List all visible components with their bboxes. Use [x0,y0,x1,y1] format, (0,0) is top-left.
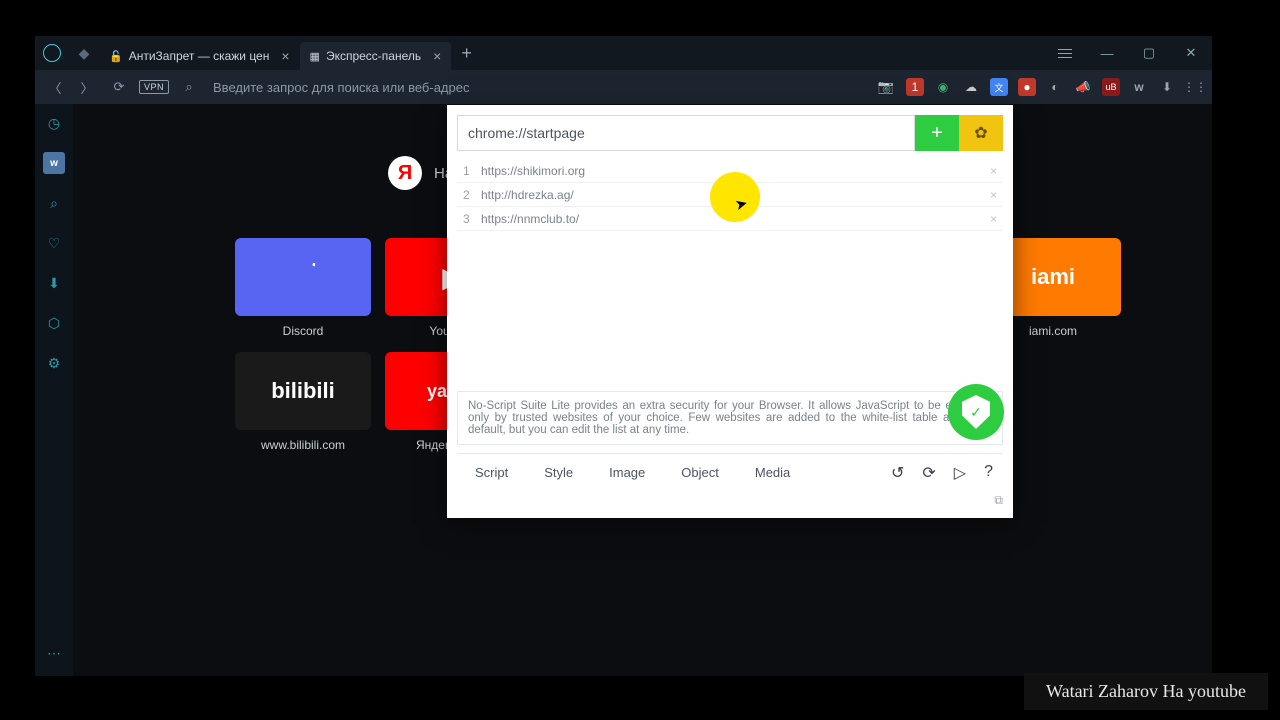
discord-icon [235,238,371,316]
sidebar-more-icon[interactable]: ⋯ [43,642,65,664]
delete-icon[interactable]: × [990,164,997,178]
expand-icon[interactable]: ⧉ [994,493,1003,508]
sidebar-cube-icon[interactable]: ⬡ [43,312,65,334]
delete-icon[interactable]: × [990,188,997,202]
close-icon[interactable]: × [433,48,441,64]
wl-number: 1 [463,164,481,178]
popup-description: No-Script Suite Lite provides an extra s… [457,391,1003,445]
play-icon[interactable]: ▷ [954,463,966,483]
address-bar[interactable]: Введите запрос для поиска или веб-адрес [209,80,866,95]
search-icon[interactable]: ⌕ [177,75,201,99]
ext-icon-ghost[interactable]: ◐ [1046,78,1064,96]
popup-tab-image[interactable]: Image [591,465,663,480]
opera-icon [43,44,61,62]
maximize-button[interactable]: ▢ [1128,36,1170,70]
yandex-logo-icon: Я [388,156,422,190]
extension-tray: 1 ◉ ☁ 文 ● ◐ 📣 uB w ⬇ ⋮⋮ [906,78,1204,96]
new-tab-button[interactable]: + [451,43,482,64]
sidebar-search-icon[interactable]: ⌕ [43,192,65,214]
popup-empty-area [457,231,1003,391]
close-button[interactable]: ✕ [1170,36,1212,70]
ext-icon-1[interactable]: 1 [906,78,924,96]
popup-tab-object[interactable]: Object [663,465,737,480]
discord-titlebar-icon[interactable]: ◆ [69,45,99,62]
ext-icon-cloud[interactable]: ☁ [962,78,980,96]
wl-number: 2 [463,188,481,202]
popup-tabs: ScriptStyleImageObjectMedia ↺ ⟳ ▷ ? [457,453,1003,491]
noscript-popup: chrome://startpage + ✿ 1https://shikimor… [447,105,1013,518]
download-icon[interactable]: ⬇ [1158,78,1176,96]
tab-antizapret[interactable]: 🔓 АнтиЗапрет — скажи цен × [99,42,300,70]
ext-icon-red[interactable]: ● [1018,78,1036,96]
popup-tab-media[interactable]: Media [737,465,808,480]
delete-icon[interactable]: × [990,212,997,226]
forward-button[interactable]: 〉 [75,75,99,99]
watermark: Watari Zaharov На youtube [1024,673,1268,710]
reload-button[interactable]: ⟳ [107,75,131,99]
ext-icon-vk[interactable]: w [1130,78,1148,96]
shield-icon: ✓ [948,384,1004,440]
sidebar-heart-icon[interactable]: ♡ [43,232,65,254]
tile-discord[interactable]: Discord [235,238,371,338]
vpn-badge[interactable]: VPN [139,80,169,94]
sidebar-clock-icon[interactable]: ◷ [43,112,65,134]
easy-setup-icon[interactable]: ⋮⋮ [1186,78,1204,96]
sidebar-gear-icon[interactable]: ⚙ [43,352,65,374]
popup-url-input[interactable]: chrome://startpage [457,115,915,151]
settings-button[interactable]: ✿ [959,115,1003,151]
lock-open-icon: 🔓 [109,50,123,63]
opera-menu-button[interactable] [35,36,69,70]
sidebar-download-icon[interactable]: ⬇ [43,272,65,294]
sidebar-vk-icon[interactable]: w [43,152,65,174]
tile-bilibili[interactable]: bilibiliwww.bilibili.com [235,352,371,452]
popup-tab-script[interactable]: Script [457,465,526,480]
popup-desc-text: No-Script Suite Lite provides an extra s… [468,400,992,436]
refresh-icon[interactable]: ⟳ [922,463,935,483]
ext-icon-cube[interactable]: ◉ [934,78,952,96]
ext-icon-sound[interactable]: 📣 [1074,78,1092,96]
help-icon[interactable]: ? [984,463,993,483]
menu-button[interactable] [1044,36,1086,70]
screenshot-icon[interactable]: 📷 [874,75,898,99]
wl-number: 3 [463,212,481,226]
titlebar: ◆ 🔓 АнтиЗапрет — скажи цен × ▦ Экспресс-… [35,36,1212,70]
tab-speeddial[interactable]: ▦ Экспресс-панель × [300,42,452,70]
close-icon[interactable]: × [281,48,289,64]
minimize-button[interactable]: — [1086,36,1128,70]
tab-label: АнтиЗапрет — скажи цен [129,49,270,63]
undo-icon[interactable]: ↺ [891,463,904,483]
navbar: 〈 〉 ⟳ VPN ⌕ Введите запрос для поиска ил… [35,70,1212,104]
sidebar: ◷ w ⌕ ♡ ⬇ ⬡ ⚙ ⋯ [35,104,73,676]
ext-icon-translate[interactable]: 文 [990,78,1008,96]
grid-icon: ▦ [310,50,320,63]
tab-label: Экспресс-панель [326,49,421,63]
back-button[interactable]: 〈 [43,75,67,99]
popup-tab-style[interactable]: Style [526,465,591,480]
add-button[interactable]: + [915,115,959,151]
ext-icon-ublock[interactable]: uB [1102,78,1120,96]
